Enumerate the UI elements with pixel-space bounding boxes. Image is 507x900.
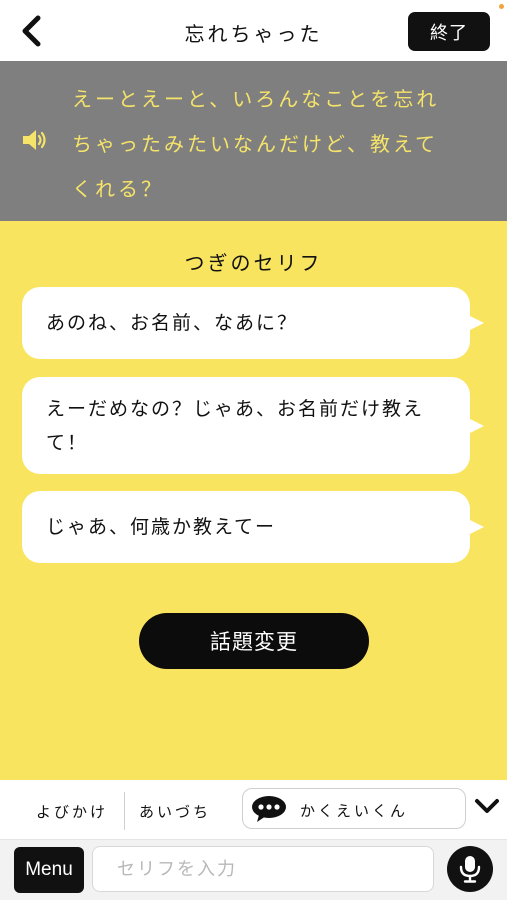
character-selector[interactable]: かくえいくん <box>242 788 466 829</box>
notification-dot <box>499 4 504 9</box>
collapse-button[interactable] <box>474 795 500 817</box>
line-option-1[interactable]: あのね、お名前、なあに？ <box>22 287 484 359</box>
tab-divider <box>124 792 125 830</box>
line-option-text: じゃあ、何歳か教えてー <box>46 516 277 538</box>
tab-yobikake[interactable]: よびかけ <box>36 801 108 822</box>
end-button[interactable]: 終了 <box>408 12 490 51</box>
speaker-icon <box>23 130 46 150</box>
microphone-icon <box>459 856 481 883</box>
speaker-button[interactable] <box>22 128 50 152</box>
character-name: かくえいくん <box>300 802 409 820</box>
chat-bubble-icon <box>252 796 286 822</box>
line-option-2[interactable]: えーだめなの？じゃあ、お名前だけ教えて！ <box>22 377 484 474</box>
tab-aizuchi[interactable]: あいづち <box>139 801 211 822</box>
menu-button[interactable]: Menu <box>14 847 84 893</box>
line-option-3[interactable]: じゃあ、何歳か教えてー <box>22 491 484 563</box>
line-option-text: えーだめなの？じゃあ、お名前だけ教えて！ <box>46 398 425 454</box>
line-input[interactable] <box>92 846 434 892</box>
topic-change-button[interactable]: 話題変更 <box>139 613 369 669</box>
app-header: 忘れちゃった 終了 <box>0 0 507 61</box>
microphone-button[interactable] <box>447 846 493 892</box>
line-option-text: あのね、お名前、なあに？ <box>46 312 299 334</box>
next-lines-title: つぎのセリフ <box>184 251 323 275</box>
chevron-down-icon <box>475 799 499 813</box>
speech-text: えーとえーと、いろんなことを忘れちゃったみたいなんだけど、教えてくれる？ <box>72 87 440 201</box>
